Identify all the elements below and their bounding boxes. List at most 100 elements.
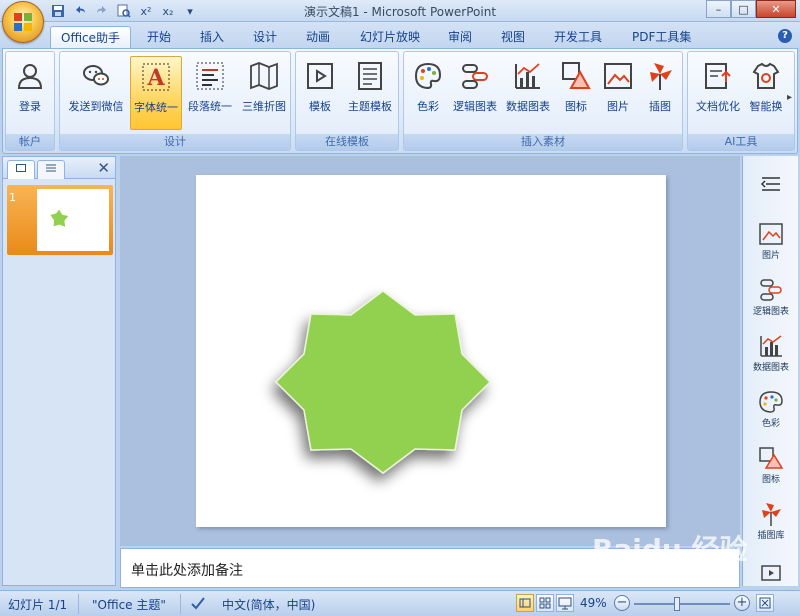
notes-placeholder: 单击此处添加备注 [131, 563, 243, 579]
group-label-online-templates: 在线模板 [296, 134, 398, 150]
panel-data-chart-button[interactable]: 数据图表 [743, 334, 799, 373]
data-chart-icon [515, 63, 540, 89]
group-design: 发送到微信 A 字体统一 段落统一 三维折图 设计 [59, 51, 291, 151]
font-unify-button[interactable]: A 字体统一 [130, 56, 182, 130]
theme-template-icon [358, 62, 382, 90]
smart-swap-label: 智能换 [749, 100, 783, 113]
zoom-out-button[interactable]: − [614, 595, 630, 611]
tab-outline[interactable] [37, 160, 65, 179]
panel-picture-button[interactable]: 图片 [743, 222, 799, 261]
slide-sorter-button[interactable] [536, 594, 554, 612]
slideshow-view-button[interactable] [556, 594, 574, 612]
zoom-level[interactable]: 49% [580, 596, 607, 610]
slide-canvas[interactable] [196, 175, 666, 527]
panel-icon-button[interactable]: 图标 [743, 446, 799, 485]
office-button[interactable] [2, 1, 44, 43]
tab-view[interactable]: 视图 [491, 26, 535, 48]
zoom-slider-thumb[interactable] [674, 597, 680, 611]
data-chart-label: 数据图表 [506, 100, 550, 113]
shapes-icon [759, 447, 784, 469]
picture-button[interactable]: 图片 [598, 56, 638, 130]
zoom-slider-track[interactable] [634, 603, 730, 605]
thumbnail-star [50, 209, 69, 227]
office-logo-icon [14, 13, 32, 31]
fit-window-icon [759, 597, 771, 609]
template-button[interactable]: 模板 [300, 56, 340, 130]
svg-text:A: A [146, 65, 165, 91]
ribbon-tabs: Office助手 开始 插入 设计 动画 幻灯片放映 审阅 视图 开发工具 PD… [0, 22, 800, 48]
tab-pdf-tools[interactable]: PDF工具集 [622, 26, 701, 48]
illustration-button[interactable]: 插图 [640, 56, 680, 130]
group-label-insert-material: 插入素材 [404, 134, 682, 150]
slide-thumbnail-preview [37, 189, 109, 251]
minimize-button[interactable]: – [706, 0, 731, 18]
spellcheck-icon[interactable] [190, 596, 206, 613]
slides-panel-tabs: ✕ [3, 157, 115, 179]
theme-name: "Office 主题" [92, 598, 166, 612]
slide-workarea [120, 156, 740, 546]
send-to-wechat-label: 发送到微信 [68, 100, 124, 113]
user-icon [17, 64, 43, 89]
tab-office-assistant[interactable]: Office助手 [50, 26, 132, 48]
palette-icon [759, 391, 783, 413]
slides-panel: ✕ 1 [2, 156, 116, 586]
ribbon-more-icon[interactable]: ▸ [787, 92, 792, 103]
tab-design[interactable]: 设计 [243, 26, 287, 48]
3d-fold-label: 三维折图 [242, 100, 286, 113]
tab-slideshow[interactable]: 幻灯片放映 [350, 26, 430, 48]
panel-data-chart-label: 数据图表 [752, 363, 789, 373]
wechat-icon [83, 65, 109, 86]
tab-insert[interactable]: 插入 [190, 26, 234, 48]
smart-swap-button[interactable]: 智能换 [746, 56, 786, 130]
illustration-icon [762, 503, 781, 526]
watermark-text: Baidu 经验 [592, 533, 748, 566]
baidu-watermark: Baidu 经验 jingyan.baidu.com [592, 528, 792, 588]
icon-button[interactable]: 图标 [556, 56, 596, 130]
theme-template-button[interactable]: 主题模板 [342, 56, 398, 130]
zoom-in-button[interactable]: + [734, 595, 750, 611]
tab-review[interactable]: 审阅 [438, 26, 482, 48]
close-button[interactable]: ✕ [756, 0, 796, 18]
doc-optimize-label: 文档优化 [696, 100, 740, 113]
picture-label: 图片 [607, 100, 629, 113]
help-icon[interactable]: ? [778, 29, 792, 43]
group-account: 登录 帐户 [5, 51, 55, 151]
star-shape[interactable] [274, 290, 492, 474]
paragraph-unify-label: 段落统一 [188, 100, 232, 113]
close-panel-icon[interactable]: ✕ [97, 159, 110, 177]
outline-tab-icon [46, 164, 56, 172]
slideshow-view-icon [558, 597, 572, 610]
fit-to-window-button[interactable] [756, 594, 774, 612]
font-icon: A [142, 63, 170, 91]
status-separator [180, 594, 181, 614]
maximize-button[interactable]: □ [731, 0, 756, 18]
tab-slides[interactable] [7, 160, 35, 179]
smart-swap-icon [752, 62, 780, 89]
3d-fold-button[interactable]: 三维折图 [238, 56, 290, 130]
illustration-label: 插图 [649, 100, 671, 113]
panel-color-button[interactable]: 色彩 [743, 390, 799, 429]
language[interactable]: 中文(简体，中国) [222, 596, 315, 613]
data-chart-icon [760, 335, 782, 357]
slide-thumbnail[interactable] [7, 185, 113, 255]
normal-view-button[interactable] [516, 594, 534, 612]
tab-developer[interactable]: 开发工具 [544, 26, 612, 48]
doc-optimize-button[interactable]: 文档优化 [692, 56, 744, 130]
collapse-panel-button[interactable] [743, 174, 799, 196]
status-separator [78, 594, 79, 614]
tab-animation[interactable]: 动画 [296, 26, 340, 48]
send-to-wechat-button[interactable]: 发送到微信 [64, 56, 128, 130]
login-label: 登录 [19, 100, 41, 113]
logic-chart-icon [760, 279, 782, 301]
group-label-design: 设计 [60, 134, 290, 150]
normal-view-icon [519, 598, 531, 608]
paragraph-unify-button[interactable]: 段落统一 [184, 56, 236, 130]
login-button[interactable]: 登录 [8, 56, 52, 130]
color-button[interactable]: 色彩 [408, 56, 448, 130]
panel-logic-chart-button[interactable]: 逻辑图表 [743, 278, 799, 317]
data-chart-button[interactable]: 数据图表 [502, 56, 554, 130]
status-bar: 幻灯片 1/1 "Office 主题" 中文(简体，中国) 49% − + [0, 590, 800, 616]
logic-chart-button[interactable]: 逻辑图表 [450, 56, 500, 130]
picture-icon [759, 223, 783, 245]
tab-home[interactable]: 开始 [137, 26, 181, 48]
